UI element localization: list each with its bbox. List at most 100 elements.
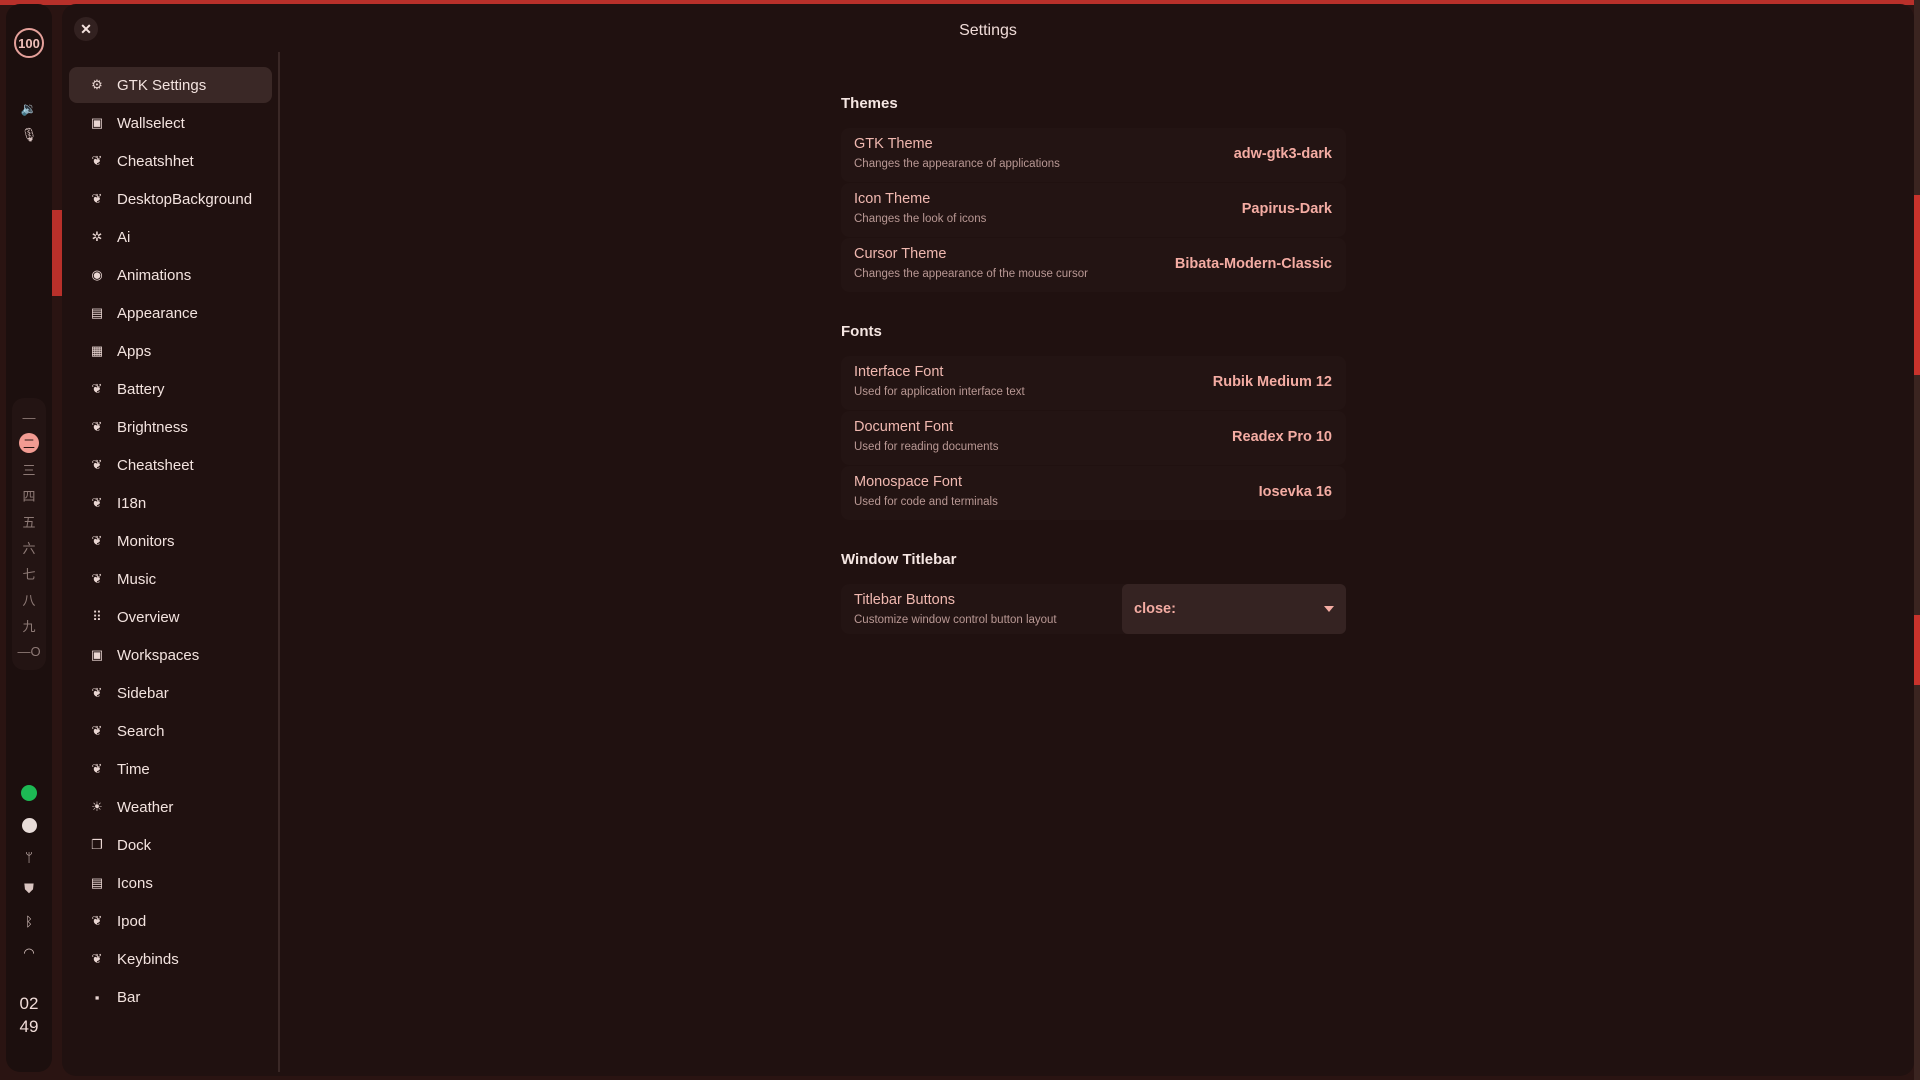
sidebar-item-label: Weather (117, 798, 174, 816)
workspace-3[interactable]: 三 (14, 456, 44, 482)
setting-description: Used for code and terminals (854, 496, 998, 508)
sidebar-item-overview[interactable]: ⠿ Overview (69, 599, 272, 635)
widget-icon: ❦ (91, 685, 103, 700)
shield-icon[interactable]: ⛊ (15, 876, 43, 902)
sidebar-item-label: Monitors (117, 532, 175, 550)
dropdown-value: close: (1134, 601, 1176, 617)
sidebar-item-keybinds[interactable]: ❦ Keybinds (69, 941, 272, 977)
sidebar-item-brightness[interactable]: ❦ Brightness (69, 409, 272, 445)
sidebar-item-label: Search (117, 722, 165, 740)
setting-value[interactable]: adw-gtk3-dark (1234, 146, 1332, 162)
widget-icon: ❦ (91, 153, 103, 168)
desktop-background-strip (52, 210, 62, 296)
window-title: Settings (959, 22, 1017, 39)
setting-label: Cursor Theme (854, 246, 947, 262)
setting-row-cursor-theme[interactable]: Cursor Theme Changes the appearance of t… (841, 238, 1346, 292)
workspace-8[interactable]: 八 (14, 586, 44, 612)
workspace-6[interactable]: 六 (14, 534, 44, 560)
section-title-themes: Themes (841, 95, 898, 112)
workspace-5[interactable]: 五 (14, 508, 44, 534)
image-icon: ▤ (90, 305, 104, 320)
setting-description: Changes the look of icons (854, 213, 987, 225)
setting-row-document-font[interactable]: Document Font Used for reading documents… (841, 411, 1346, 465)
sidebar-item-music[interactable]: ❦ Music (69, 561, 272, 597)
sidebar-item-label: DesktopBackground (117, 190, 253, 208)
setting-label: Monospace Font (854, 474, 963, 490)
sidebar-item-label: Wallselect (117, 114, 185, 132)
setting-value[interactable]: Iosevka 16 (1259, 484, 1332, 500)
workspace-2-active[interactable]: 二 (14, 430, 44, 456)
weather-icon: ☀ (91, 799, 103, 814)
left-bar: 100 🔉 🎙 — 二 三 四 五 六 七 八 九 —O ᛘ ⛊ ᛒ ◠ 02 … (6, 4, 52, 1072)
setting-value[interactable]: Bibata-Modern-Classic (1175, 256, 1332, 272)
sidebar-item-i18n[interactable]: ❦ I18n (69, 485, 272, 521)
sidebar-item-dock[interactable]: ❐ Dock (69, 827, 272, 863)
setting-value[interactable]: Readex Pro 10 (1232, 429, 1332, 445)
widget-icon: ❦ (91, 761, 103, 776)
sidebar-item-icons[interactable]: ▤ Icons (69, 865, 272, 901)
titlebar-buttons-dropdown[interactable]: close: (1122, 584, 1346, 634)
clock[interactable]: 02 49 (20, 992, 39, 1038)
setting-value[interactable]: Rubik Medium 12 (1213, 374, 1332, 390)
workspace-9[interactable]: 九 (14, 612, 44, 638)
sidebar-item-apps[interactable]: ▦ Apps (69, 333, 272, 369)
widget-icon: ❦ (91, 533, 103, 548)
workspace-1[interactable]: — (14, 404, 44, 430)
settings-sidebar: ⚙ GTK Settings ▣ Wallselect ❦ Cheatshhet ❦ D… (62, 52, 280, 1072)
spotify-icon[interactable] (15, 780, 43, 806)
sidebar-item-ai[interactable]: ✲ Ai (69, 219, 272, 255)
setting-row-gtk-theme[interactable]: GTK Theme Changes the appearance of appl… (841, 128, 1346, 182)
battery-badge[interactable]: 100 (14, 28, 44, 58)
wifi-icon[interactable]: ◠ (15, 940, 43, 966)
microphone-icon[interactable]: 🎙 (15, 122, 43, 148)
setting-row-icon-theme[interactable]: Icon Theme Changes the look of icons Pap… (841, 183, 1346, 237)
sidebar-item-monitors[interactable]: ❦ Monitors (69, 523, 272, 559)
sidebar-item-time[interactable]: ❦ Time (69, 751, 272, 787)
sidebar-item-cheatshhet[interactable]: ❦ Cheatshhet (69, 143, 272, 179)
workspace-7[interactable]: 七 (14, 560, 44, 586)
sidebar-item-label: Cheatsheet (117, 456, 194, 474)
sidebar-item-label: Overview (117, 608, 180, 626)
dock-icon: ❐ (91, 837, 103, 852)
sidebar-item-weather[interactable]: ☀ Weather (69, 789, 272, 825)
sidebar-item-label: Ai (117, 228, 131, 246)
sidebar-item-workspaces[interactable]: ▣ Workspaces (69, 637, 272, 673)
setting-row-monospace-font[interactable]: Monospace Font Used for code and termina… (841, 466, 1346, 520)
sidebar-item-battery[interactable]: ❦ Battery (69, 371, 272, 407)
monitor-icon: ▣ (90, 115, 104, 130)
widget-icon: ❦ (91, 913, 103, 928)
setting-label: Titlebar Buttons (854, 592, 956, 608)
sidebar-item-sidebar[interactable]: ❦ Sidebar (69, 675, 272, 711)
workspace-10[interactable]: —O (14, 638, 44, 664)
steam-icon[interactable] (15, 812, 43, 838)
sidebar-item-animations[interactable]: ◉ Animations (69, 257, 272, 293)
sidebar-item-gtk-settings[interactable]: ⚙ GTK Settings (69, 67, 272, 103)
workspace-4[interactable]: 四 (14, 482, 44, 508)
setting-value[interactable]: Papirus-Dark (1242, 201, 1332, 217)
apps-icon: ▦ (90, 343, 104, 358)
sidebar-item-label: Sidebar (117, 684, 169, 702)
sidebar-item-cheatsheet[interactable]: ❦ Cheatsheet (69, 447, 272, 483)
bluetooth-icon[interactable]: ᛒ (15, 908, 43, 934)
setting-description: Used for reading documents (854, 441, 999, 453)
sidebar-item-appearance[interactable]: ▤ Appearance (69, 295, 272, 331)
setting-row-interface-font[interactable]: Interface Font Used for application inte… (841, 356, 1346, 410)
sidebar-item-label: Apps (117, 342, 152, 360)
setting-description: Customize window control button layout (854, 614, 1057, 626)
chevron-down-icon (1324, 606, 1334, 612)
widget-icon: ❦ (91, 419, 103, 434)
sidebar-item-label: Workspaces (117, 646, 200, 664)
clock-hour: 02 (19, 994, 39, 1013)
widget-icon: ❦ (91, 951, 103, 966)
sidebar-item-desktopbackground[interactable]: ❦ DesktopBackground (69, 181, 272, 217)
settings-window: ✕ Settings ⚙ GTK Settings ▣ Wallselect ❦ Ch… (62, 4, 1914, 1076)
sidebar-item-ipod[interactable]: ❦ Ipod (69, 903, 272, 939)
sidebar-item-search[interactable]: ❦ Search (69, 713, 272, 749)
workspaces-icon: ▣ (90, 647, 104, 662)
volume-icon[interactable]: 🔉 (15, 96, 43, 122)
widget-icon: ❦ (91, 571, 103, 586)
sidebar-item-label: Brightness (117, 418, 188, 436)
sidebar-item-wallselect[interactable]: ▣ Wallselect (69, 105, 272, 141)
sidebar-item-bar[interactable]: ▪ Bar (69, 979, 272, 1015)
usb-icon[interactable]: ᛘ (15, 844, 43, 870)
